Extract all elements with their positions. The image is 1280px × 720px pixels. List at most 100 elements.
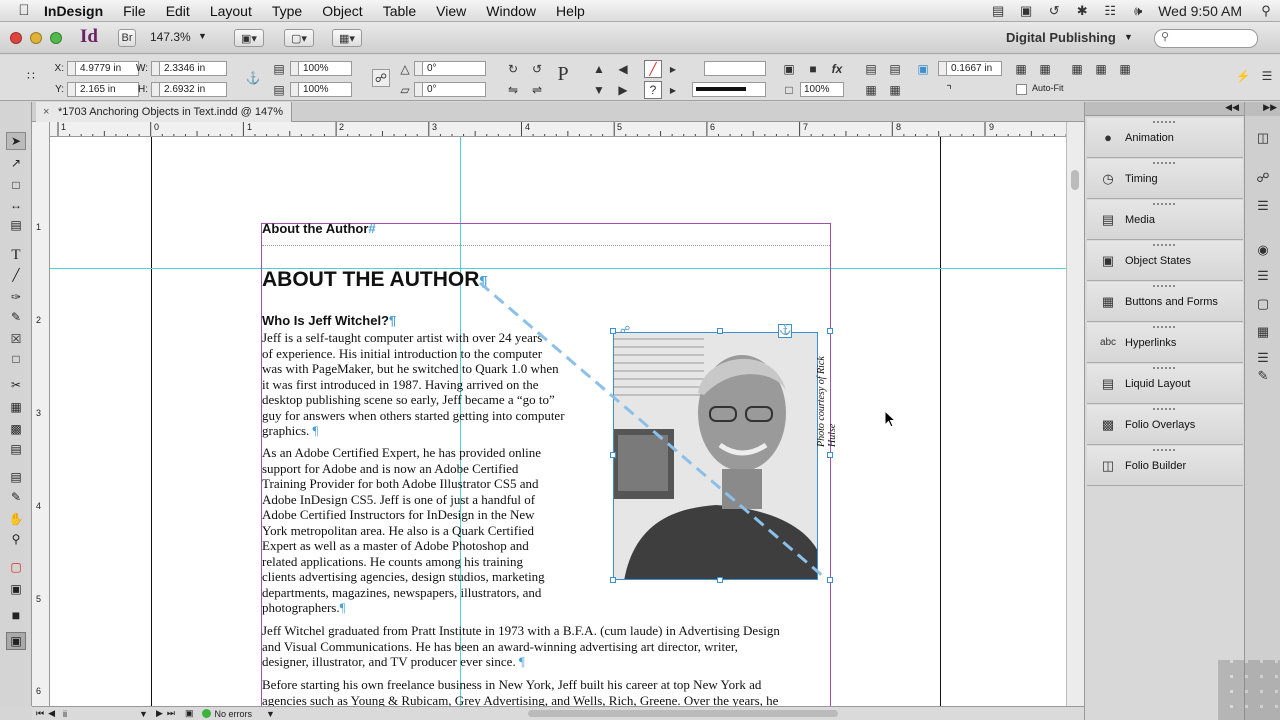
bluetooth-icon[interactable]: ✱	[1071, 3, 1093, 19]
select-content-icon[interactable]: ▼	[590, 81, 608, 99]
select-container-icon[interactable]: ▲	[590, 60, 608, 78]
paragraph-p-icon[interactable]: P	[554, 63, 572, 85]
author-photo[interactable]	[613, 332, 818, 580]
menu-file[interactable]: File	[113, 0, 156, 22]
panel-folio-builder[interactable]: ◫ Folio Builder	[1087, 446, 1243, 486]
selection-tool-icon[interactable]: ➤	[6, 132, 26, 150]
type-tool-icon[interactable]: T	[6, 246, 26, 264]
direct-selection-tool-icon[interactable]: ↗	[6, 154, 26, 172]
page-number-field[interactable]: ii	[63, 709, 133, 719]
paragraph-2[interactable]: As an Adobe Certified Expert, he has pro…	[262, 445, 607, 616]
link-scale-icon[interactable]: ☍	[372, 69, 390, 87]
menu-object[interactable]: Object	[312, 0, 372, 22]
fill-none-icon[interactable]: ╱	[644, 60, 662, 78]
stroke-weight-field[interactable]	[704, 60, 766, 76]
last-page-icon[interactable]: ⏭	[167, 708, 175, 719]
prev-page-icon[interactable]: ◀	[48, 708, 55, 719]
horizontal-ruler[interactable]: 1 0 1 2 3 4 5 6 7 8 9	[50, 122, 1066, 137]
stroke-panel-icon[interactable]: ☰	[1253, 266, 1273, 286]
zoom-window-button[interactable]	[50, 32, 62, 44]
effects-icon[interactable]: ▣	[780, 60, 798, 78]
gap-tool-icon[interactable]: ↔	[6, 196, 26, 214]
view-options-button[interactable]: ▣▾	[234, 29, 264, 47]
links-panel-icon[interactable]: ☍	[1253, 168, 1273, 188]
volume-icon[interactable]: 🕪	[1127, 3, 1149, 19]
document-tab[interactable]: × *1703 Anchoring Objects in Text.indd @…	[36, 102, 292, 122]
scale-y-field[interactable]: 100%	[290, 81, 352, 97]
eyedropper-tool-icon[interactable]: ✎	[6, 488, 26, 506]
scissors-tool-icon[interactable]: ✂	[6, 376, 26, 394]
page-tool-icon[interactable]: □	[6, 176, 26, 194]
apple-icon[interactable]: 	[14, 2, 34, 19]
center-content-icon[interactable]: ▦	[1068, 60, 1086, 78]
content-collector-icon[interactable]: ▤	[6, 216, 26, 234]
panel-media[interactable]: ▤ Media	[1087, 200, 1243, 240]
gradient-panel-icon[interactable]: ▢	[1253, 294, 1273, 314]
flip-vertical-icon[interactable]: ⇌	[528, 81, 546, 99]
stroke-dropdown-icon[interactable]: ▶	[664, 81, 682, 99]
fill-frame-icon[interactable]: ▦	[1092, 60, 1110, 78]
anchor-icon[interactable]: ⚓	[778, 324, 792, 338]
rotate-ccw-icon[interactable]: ↺	[528, 60, 546, 78]
note-tool-icon[interactable]: ▤	[6, 468, 26, 486]
lightning-icon[interactable]: ⚡	[1234, 67, 1252, 85]
pencil-tool-icon[interactable]: ✎	[6, 308, 26, 326]
workspace-dropdown-icon[interactable]: ▼	[1124, 32, 1133, 42]
rotate-field[interactable]: 0°	[414, 60, 486, 76]
free-transform-tool-icon[interactable]: ▦	[6, 398, 26, 416]
bridge-button[interactable]: Br	[118, 29, 136, 47]
time-machine-icon[interactable]: ↺	[1043, 3, 1065, 19]
fx-icon[interactable]: fx	[828, 60, 846, 78]
workspace-switcher[interactable]: Digital Publishing	[1006, 30, 1116, 45]
swatches-panel-icon[interactable]: ◉	[1253, 240, 1273, 260]
menu-help[interactable]: Help	[546, 0, 595, 22]
horizontal-scrollbar[interactable]	[528, 710, 838, 717]
selection-handle[interactable]	[610, 452, 616, 458]
selection-handle[interactable]	[827, 328, 833, 334]
menu-app-name[interactable]: InDesign	[34, 0, 113, 22]
panel-folio-overlays[interactable]: ▩ Folio Overlays	[1087, 405, 1243, 445]
pages-panel-icon[interactable]: ◫	[1253, 128, 1273, 148]
selection-handle[interactable]	[610, 577, 616, 583]
text-wrap-icon[interactable]: ▤	[886, 60, 904, 78]
fill-stroke-swatch-icon[interactable]: ▢	[6, 558, 26, 576]
vertical-scrollbar[interactable]	[1066, 122, 1084, 706]
fit-frame-content-icon[interactable]: ▦	[1036, 60, 1054, 78]
select-previous-icon[interactable]: ◀	[614, 60, 632, 78]
scroll-thumb[interactable]	[1071, 170, 1079, 190]
fit-content-frame-icon[interactable]: ▦	[1012, 60, 1030, 78]
menu-type[interactable]: Type	[262, 0, 312, 22]
paragraph-3[interactable]: Jeff Witchel graduated from Pratt Instit…	[262, 623, 832, 670]
gradient-feather-tool-icon[interactable]: ▤	[6, 440, 26, 458]
offset-field[interactable]: 0.1667 in	[938, 60, 1002, 76]
y-field[interactable]: 2.165 in	[67, 81, 139, 97]
main-heading[interactable]: ABOUT THE AUTHOR¶	[262, 268, 488, 292]
rotate-cw-icon[interactable]: ↻	[504, 60, 522, 78]
link-chain-icon[interactable]: ☍	[620, 325, 630, 336]
collapse-panels-icon[interactable]: ◀◀	[1225, 102, 1239, 113]
rectangle-tool-icon[interactable]: □	[6, 350, 26, 368]
panel-timing[interactable]: ◷ Timing	[1087, 159, 1243, 199]
expand-panels-icon[interactable]: ▶▶	[1245, 102, 1280, 116]
line-tool-icon[interactable]: ╱	[6, 266, 26, 284]
h-field[interactable]: 2.6932 in	[151, 81, 227, 97]
screen-mode-icon[interactable]: ▣	[6, 632, 26, 650]
panel-buttons-forms[interactable]: ▦ Buttons and Forms	[1087, 282, 1243, 322]
frame-fitting-icon[interactable]: ▣	[914, 60, 932, 78]
menu-window[interactable]: Window	[476, 0, 546, 22]
table-panel-icon[interactable]: ▦	[1253, 322, 1273, 342]
layers-panel-icon[interactable]: ☰	[1253, 196, 1273, 216]
panel-object-states[interactable]: ▣ Object States	[1087, 241, 1243, 281]
close-tab-icon[interactable]: ×	[43, 102, 49, 122]
stroke-icon[interactable]: ?	[644, 81, 662, 99]
preflight-dropdown-icon[interactable]: ▼	[266, 709, 275, 719]
paragraph-1[interactable]: Jeff is a self-taught computer artist wi…	[262, 330, 607, 439]
zoom-tool-icon[interactable]: ⚲	[6, 530, 26, 548]
panel-hyperlinks[interactable]: abc Hyperlinks	[1087, 323, 1243, 363]
minimize-window-button[interactable]	[30, 32, 42, 44]
wrap-none-icon[interactable]: ▦	[862, 81, 880, 99]
align-stroke-icon[interactable]: ▤	[862, 60, 880, 78]
selection-handle[interactable]	[827, 577, 833, 583]
fit-proportionally-icon[interactable]: ▦	[1116, 60, 1134, 78]
x-field[interactable]: 4.9779 in	[67, 60, 139, 76]
